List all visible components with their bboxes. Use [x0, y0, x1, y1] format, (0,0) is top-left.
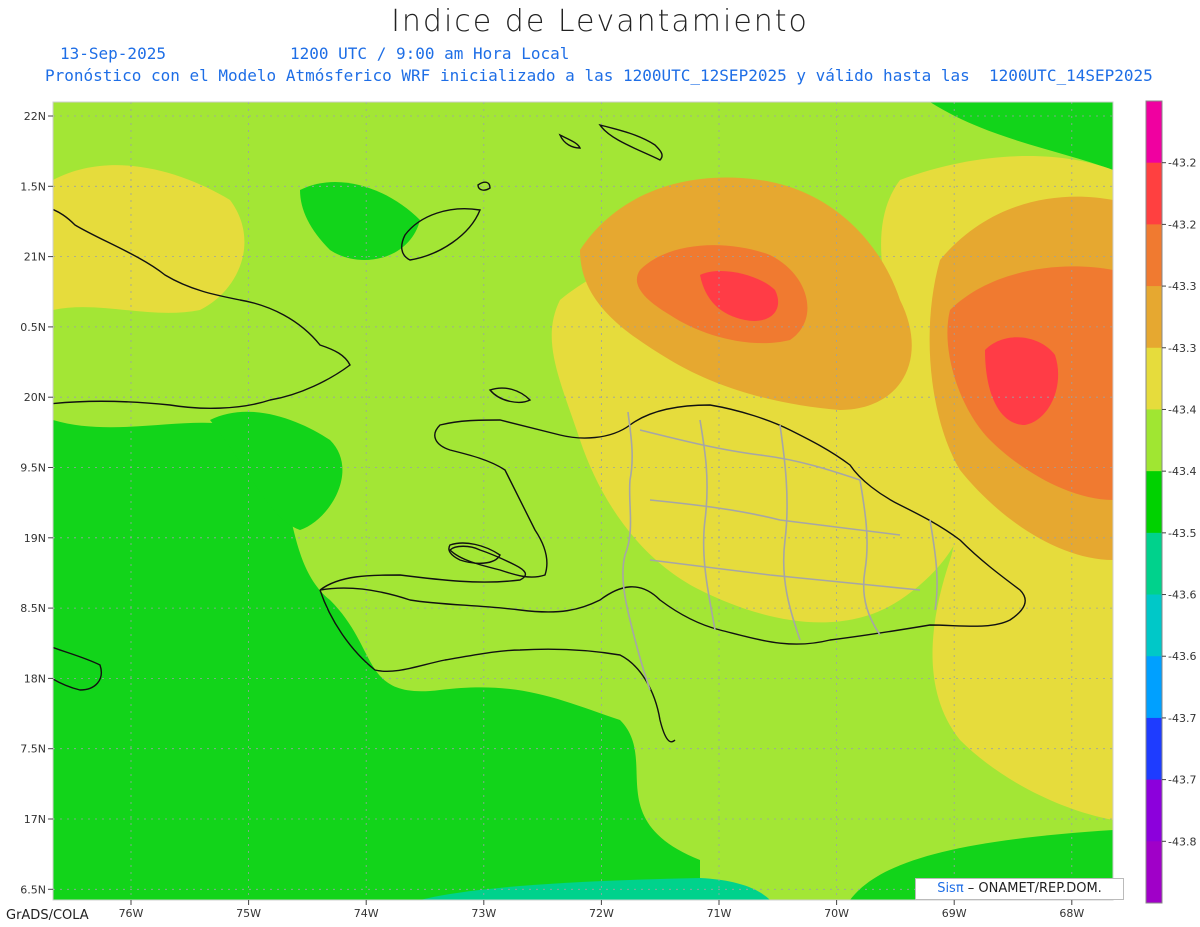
colorbar-label: -43.3 — [1168, 280, 1196, 293]
lat-tick-label: 6.5N — [20, 883, 46, 896]
colorbar-bin — [1146, 532, 1162, 596]
lon-tick-label: 75W — [236, 907, 261, 920]
lat-tick-label: 20N — [24, 391, 46, 404]
colorbar-label: -43.8 — [1168, 835, 1196, 848]
colorbar-label: -43.4 — [1168, 403, 1196, 416]
colorbar-bin — [1146, 779, 1162, 842]
lat-tick-label: 21N — [24, 251, 46, 264]
colorbar-bin — [1146, 162, 1162, 225]
colorbar-bin — [1146, 841, 1162, 904]
map-figure: 76W 75W 74W 73W 72W 71W 70W 69W 68W 22N 1.5N 21N 0.… — [20, 100, 1196, 920]
colorbar-label: -43.7 — [1168, 712, 1196, 725]
colorbar-bin — [1146, 717, 1162, 781]
colorbar-bin — [1146, 347, 1162, 410]
colorbar-bin — [1146, 224, 1162, 287]
lat-tick-label: 8.5N — [20, 602, 46, 615]
lat-tick-label: 9.5N — [20, 462, 46, 475]
colorbar-label: -43.6 — [1168, 650, 1196, 663]
credit-box: Sisπ – ONAMET/REP.DOM. — [915, 878, 1124, 900]
colorbar-label: -43.4 — [1168, 465, 1196, 478]
colorbar-label: -43.6 — [1168, 589, 1196, 602]
lat-tick-label: 18N — [24, 672, 46, 685]
colorbar-label: -43.7 — [1168, 774, 1196, 787]
lon-tick-label: 76W — [119, 907, 144, 920]
colorbar-bin — [1146, 101, 1162, 164]
lon-tick-label: 73W — [471, 907, 496, 920]
latitude-ticks: 22N 1.5N 21N 0.5N 20N 9.5N 19N 8.5N 18N 7.5N 17N 6.… — [20, 110, 53, 896]
colorbar-label: -43.2 — [1168, 157, 1196, 170]
sispi-logo: Sisπ — [937, 881, 964, 896]
colorbar-bin — [1146, 286, 1162, 349]
colorbar: -43.2 -43.2 -43.3 -43.3 -43.4 -43.4 -43.5 -43.6… — [1145, 100, 1196, 904]
lat-tick-label: 17N — [24, 813, 46, 826]
lat-tick-label: 1.5N — [20, 180, 46, 193]
lon-tick-label: 68W — [1059, 907, 1084, 920]
lon-tick-label: 70W — [824, 907, 849, 920]
lat-tick-label: 19N — [24, 532, 46, 545]
lat-tick-label: 0.5N — [20, 321, 46, 334]
colorbar-bin — [1146, 656, 1162, 719]
lat-tick-label: 22N — [24, 110, 46, 123]
grads-footer: GrADS/COLA — [6, 908, 89, 923]
lon-tick-label: 69W — [942, 907, 967, 920]
credit-text: – ONAMET/REP.DOM. — [963, 881, 1102, 896]
lon-tick-label: 71W — [707, 907, 732, 920]
lon-tick-label: 72W — [589, 907, 614, 920]
colorbar-label: -43.5 — [1168, 527, 1196, 540]
colorbar-bin — [1146, 594, 1162, 657]
colorbar-bin — [1146, 471, 1162, 534]
lon-tick-label: 74W — [354, 907, 379, 920]
lat-tick-label: 7.5N — [20, 743, 46, 756]
longitude-ticks: 76W 75W 74W 73W 72W 71W 70W 69W 68W — [119, 900, 1084, 920]
colorbar-bin — [1146, 409, 1162, 472]
colorbar-label: -43.2 — [1168, 218, 1196, 231]
colorbar-label: -43.3 — [1168, 342, 1196, 355]
